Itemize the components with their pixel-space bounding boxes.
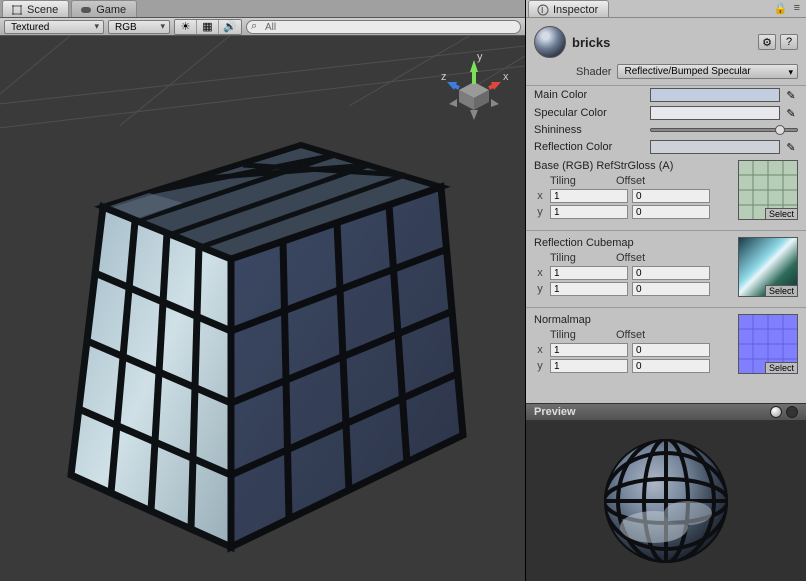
shininess-slider[interactable]: [650, 128, 798, 132]
tab-scene[interactable]: Scene: [2, 0, 69, 17]
svg-text:x: x: [503, 71, 509, 83]
base-offset-x-input[interactable]: 0: [632, 189, 710, 203]
preview-light-toggle[interactable]: [770, 406, 782, 418]
reflection-color-swatch[interactable]: [650, 140, 780, 154]
select-button[interactable]: Select: [765, 208, 797, 219]
specular-color-swatch[interactable]: [650, 106, 780, 120]
preview-header[interactable]: Preview: [526, 403, 806, 421]
base-tiling-x-input[interactable]: 1: [550, 189, 628, 203]
normalmap-section: Normalmap Tiling Offset x 1 0 y 1 0 Sele…: [526, 310, 806, 382]
cubemap-offset-y-input[interactable]: 0: [632, 282, 710, 296]
normal-offset-y-input[interactable]: 0: [632, 359, 710, 373]
main-color-label: Main Color: [534, 89, 646, 101]
base-texture-slot[interactable]: Select: [738, 160, 798, 220]
normal-tiling-x-input[interactable]: 1: [550, 343, 628, 357]
inspector-body: bricks ⚙ ? Shader Reflective/Bumped Spec…: [526, 18, 806, 403]
tab-inspector[interactable]: i Inspector: [528, 0, 609, 17]
component-settings-button[interactable]: ⚙: [758, 34, 776, 50]
cubemap-texture-slot[interactable]: Select: [738, 237, 798, 297]
cubemap-offset-x-input[interactable]: 0: [632, 266, 710, 280]
scene-toggles: ☀ ▦ 🔊: [174, 19, 242, 35]
eyedropper-icon[interactable]: ✎: [784, 106, 798, 120]
reflection-color-label: Reflection Color: [534, 141, 646, 153]
preview-label: Preview: [534, 406, 576, 418]
select-button[interactable]: Select: [765, 362, 797, 373]
eyedropper-icon[interactable]: ✎: [784, 140, 798, 154]
material-name: bricks: [572, 35, 610, 50]
audio-icon: 🔊: [223, 20, 237, 33]
sun-icon: ☀: [181, 20, 191, 33]
shader-label: Shader: [576, 66, 611, 78]
shader-dropdown[interactable]: Reflective/Bumped Specular: [617, 64, 798, 79]
normalmap-texture-slot[interactable]: Select: [738, 314, 798, 374]
lock-icon[interactable]: 🔒: [774, 2, 788, 15]
tab-game-label: Game: [96, 4, 126, 16]
tab-inspector-label: Inspector: [553, 4, 598, 16]
scene-icon: [11, 4, 23, 16]
image-icon: ▦: [202, 20, 212, 33]
eyedropper-icon[interactable]: ✎: [784, 88, 798, 102]
cubemap-tiling-x-input[interactable]: 1: [550, 266, 628, 280]
shininess-label: Shininess: [534, 124, 646, 136]
svg-text:i: i: [541, 4, 543, 16]
scene-viewport[interactable]: x y z: [0, 36, 525, 581]
scene-cube: [43, 95, 483, 565]
context-menu-icon[interactable]: ≡: [794, 2, 800, 15]
material-preview-icon: [534, 26, 566, 58]
scene-toolbar: Textured RGB ☀ ▦ 🔊 All: [0, 18, 525, 36]
skybox-toggle[interactable]: ▦: [197, 20, 219, 34]
help-icon: ?: [786, 36, 792, 48]
inspector-icon: i: [537, 4, 549, 16]
base-tiling-y-input[interactable]: 1: [550, 205, 628, 219]
shading-dropdown[interactable]: Textured: [4, 20, 104, 34]
orientation-gizmo[interactable]: x y z: [439, 52, 509, 122]
preview-bg-toggle[interactable]: [786, 406, 798, 418]
tab-game[interactable]: Game: [71, 0, 137, 17]
gear-icon: ⚙: [762, 36, 772, 49]
cubemap-tiling-y-input[interactable]: 1: [550, 282, 628, 296]
select-button[interactable]: Select: [765, 285, 797, 296]
tab-scene-label: Scene: [27, 4, 58, 16]
normal-tiling-y-input[interactable]: 1: [550, 359, 628, 373]
preview-viewport[interactable]: [526, 421, 806, 581]
lighting-toggle[interactable]: ☀: [175, 20, 197, 34]
main-color-swatch[interactable]: [650, 88, 780, 102]
svg-text:y: y: [477, 52, 483, 63]
audio-toggle[interactable]: 🔊: [219, 20, 241, 34]
normal-offset-x-input[interactable]: 0: [632, 343, 710, 357]
help-button[interactable]: ?: [780, 34, 798, 50]
game-icon: [80, 4, 92, 16]
specular-color-label: Specular Color: [534, 107, 646, 119]
scene-search-input[interactable]: All: [246, 20, 521, 34]
base-offset-y-input[interactable]: 0: [632, 205, 710, 219]
cubemap-section: Reflection Cubemap Tiling Offset x 1 0 y…: [526, 233, 806, 305]
base-texture-section: Base (RGB) RefStrGloss (A) Tiling Offset…: [526, 156, 806, 228]
render-mode-dropdown[interactable]: RGB: [108, 20, 170, 34]
svg-text:z: z: [441, 71, 447, 83]
